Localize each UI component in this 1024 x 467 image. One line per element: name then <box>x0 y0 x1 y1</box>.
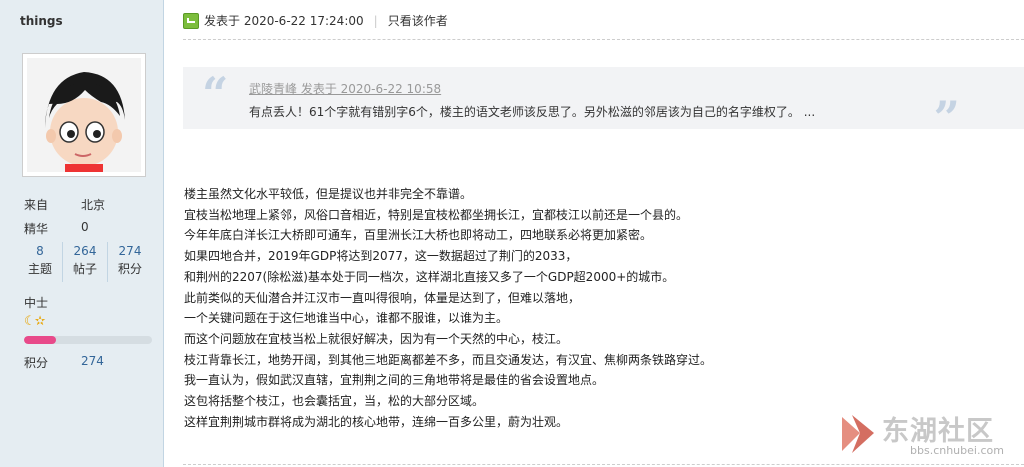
post-line: 我一直认为，假如武汉直辖，宜荆荆之间的三角地带将是最佳的省会设置地点。 <box>184 373 605 388</box>
online-status-icon <box>183 12 199 29</box>
author-name[interactable]: things <box>20 14 63 28</box>
quote-header-link[interactable]: 武陵青峰 发表于 2020-6-22 10:58 <box>249 80 441 97</box>
post-time: 发表于 2020-6-22 17:24:00 <box>204 14 364 28</box>
post-line: 楼主虽然文化水平较低，但是提议也并非完全不靠谱。 <box>184 187 473 201</box>
digest-label: 精华 <box>24 222 49 236</box>
from-value: 北京 <box>81 198 106 212</box>
post-divider <box>183 39 1024 40</box>
post-line: 今年年底白洋长江大桥即可通车，百里洲长江大桥也即将动工，四地联系必将更加紧密。 <box>184 228 653 243</box>
digest-row: 精华 0 <box>24 220 89 237</box>
post-line: 这样宜荆荆城市群将成为湖北的核心地带，连绵一百多公里，蔚为壮观。 <box>184 414 569 429</box>
post-content: 楼主虽然文化水平较低，但是提议也并非完全不靠谱。 宜枝当松地理上紧邻，风俗口音相… <box>184 184 712 432</box>
quote-block: “ ” 武陵青峰 发表于 2020-6-22 10:58 有点丢人！61个字就有… <box>183 67 1024 141</box>
from-row: 来自 北京 <box>24 196 105 213</box>
avatar[interactable] <box>22 53 146 177</box>
post-line: 而这个问题放在宜枝当松上就很好解决，因为有一个天然的中心，枝江。 <box>184 331 569 346</box>
stat-credits[interactable]: 274 积分 <box>108 242 152 282</box>
site-name: 东湖社区 <box>882 416 994 447</box>
user-rank[interactable]: 中士 <box>24 294 48 311</box>
site-logo-icon <box>842 415 874 453</box>
close-quote-icon: ” <box>933 91 960 145</box>
post-line: 这包将括整个枝江，也会囊括宜，当，松的大部分区域。 <box>184 394 485 409</box>
site-watermark: 东湖社区 bbs.cnhubei.com <box>830 407 1010 461</box>
bottom-divider <box>183 464 1024 465</box>
stat-posts-label[interactable]: 帖子 <box>63 260 107 278</box>
quote-body: 有点丢人！61个字就有错别字6个，楼主的语文老师该反思了。另外松滋的邻居该为自己… <box>249 105 816 119</box>
avatar-image <box>27 58 141 172</box>
moon-icon: ☾ <box>24 314 36 329</box>
points-row: 积分 274 <box>24 354 104 371</box>
stat-posts[interactable]: 264 帖子 <box>63 242 108 282</box>
from-label: 来自 <box>24 198 49 212</box>
open-quote-icon: “ <box>202 67 229 121</box>
stat-credits-num[interactable]: 274 <box>108 242 152 260</box>
site-url: bbs.cnhubei.com <box>910 444 1004 457</box>
post-line: 如果四地合并，2019年GDP将达到2077，这一数据超过了荆门的2033， <box>184 249 578 264</box>
points-label: 积分 <box>24 356 49 370</box>
post-line: 一个关键问题在于这仨地谁当中心，谁都不服谁，以谁为主。 <box>184 311 509 326</box>
stat-threads[interactable]: 8 主题 <box>18 242 63 282</box>
post-info-bar: 发表于 2020-6-22 17:24:00 | 只看该作者 <box>183 12 448 29</box>
credit-progress-fill <box>24 336 56 344</box>
user-stats: 8 主题 264 帖子 274 积分 <box>18 242 152 282</box>
stat-posts-num[interactable]: 264 <box>63 242 107 260</box>
post-line: 此前类似的天仙潜合并江汉市一直叫得很响，体量是达到了，但难以落地， <box>184 290 581 305</box>
post-main: 发表于 2020-6-22 17:24:00 | 只看该作者 “ ” 武陵青峰 … <box>164 0 1024 467</box>
stat-credits-label[interactable]: 积分 <box>108 260 152 278</box>
author-sidebar: things 来自 北京 精华 0 8 主题 264 帖子 274 积分 中士 … <box>0 0 164 467</box>
post-line: 和荆州的2207(除松滋)基本处于同一档次，这样湖北直接又多了一个GDP超200… <box>184 269 675 284</box>
points-value[interactable]: 274 <box>81 354 104 368</box>
rank-stars: ☾✫ <box>24 314 46 329</box>
star-icon: ✫ <box>34 314 46 329</box>
credit-progress-bar <box>24 336 152 344</box>
stat-threads-num[interactable]: 8 <box>18 242 62 260</box>
post-line: 枝江背靠长江，地势开阔，到其他三地距离都差不多，而且交通发达，有汉宜、焦柳两条铁… <box>184 352 713 367</box>
only-author-link[interactable]: 只看该作者 <box>388 12 448 29</box>
separator: | <box>373 13 378 28</box>
stat-threads-label[interactable]: 主题 <box>18 260 62 278</box>
digest-value: 0 <box>81 220 89 234</box>
post-line: 宜枝当松地理上紧邻，风俗口音相近，特别是宜枝松都坐拥长江，宜都枝江以前还是一个县… <box>184 207 689 222</box>
